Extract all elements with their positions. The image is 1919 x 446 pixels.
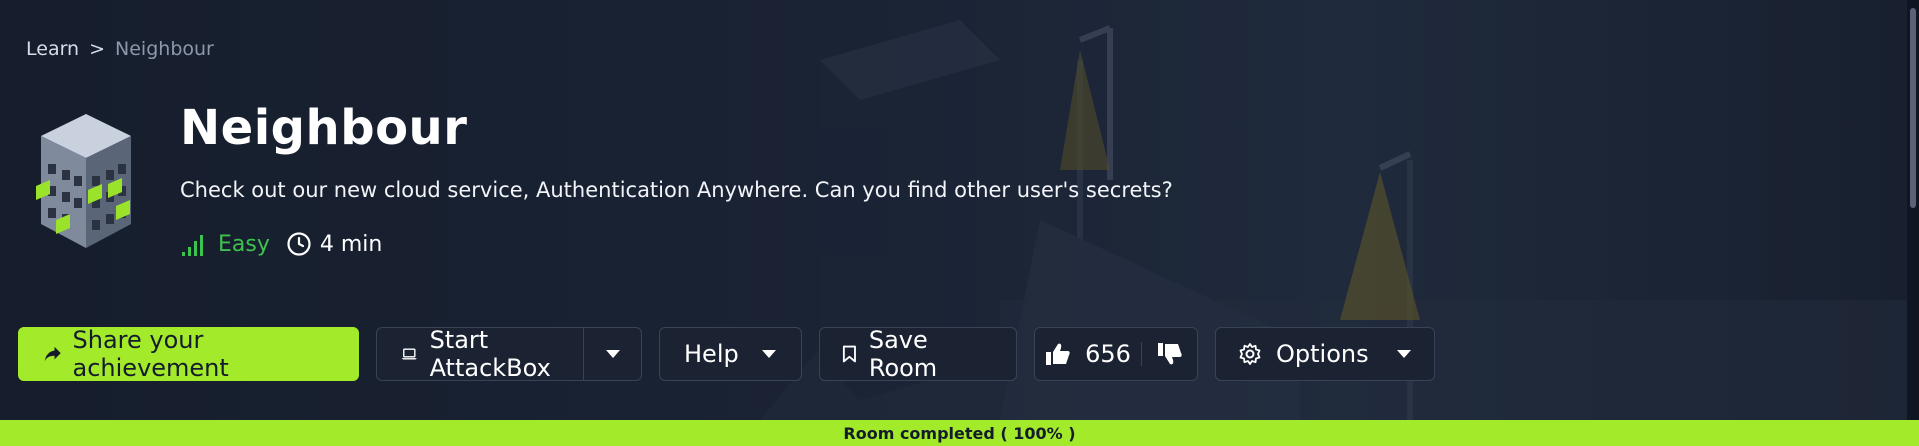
room-hero: Learn > Neighbour Neighbour Check out ou… — [0, 0, 1919, 420]
room-toolbar: Share your achievement Start AttackBox H… — [18, 326, 1435, 382]
options-label: Options — [1276, 340, 1369, 368]
caret-down-icon — [762, 350, 776, 358]
upvote-count: 656 — [1085, 340, 1131, 368]
gear-icon — [1239, 343, 1261, 365]
help-button[interactable]: Help — [659, 327, 802, 381]
save-room-label: Save Room — [868, 326, 938, 382]
share-icon — [44, 346, 61, 362]
vote-group: 656 — [1034, 327, 1198, 381]
downvote-button[interactable] — [1141, 342, 1197, 366]
share-achievement-button[interactable]: Share your achievement — [18, 326, 359, 382]
bookmark-icon — [842, 345, 856, 363]
upvote-button[interactable]: 656 — [1035, 340, 1141, 368]
room-title: Neighbour — [180, 100, 468, 156]
progress-label: Room completed ( 100% ) — [843, 423, 1076, 443]
options-button[interactable]: Options — [1215, 327, 1435, 381]
building-icon — [36, 114, 131, 248]
room-description: Check out our new cloud service, Authent… — [180, 178, 1173, 202]
caret-down-icon — [1397, 350, 1411, 358]
clock-icon — [287, 232, 311, 256]
room-progress-bar: Room completed ( 100% ) — [0, 420, 1919, 446]
difficulty-signal-icon — [182, 235, 203, 256]
breadcrumb-separator: > — [89, 38, 106, 60]
laptop-icon — [401, 348, 417, 360]
difficulty-label: Easy — [218, 231, 270, 257]
help-label: Help — [684, 340, 739, 368]
save-room-button[interactable]: Save Room — [819, 326, 1017, 382]
attackbox-split-button: Start AttackBox — [376, 326, 642, 382]
thumbs-down-icon — [1157, 343, 1182, 365]
caret-down-icon — [605, 350, 620, 358]
share-achievement-label: Share your achievement — [72, 326, 229, 382]
breadcrumb-learn-link[interactable]: Learn — [26, 38, 79, 60]
room-meta: Easy 4 min — [180, 230, 382, 258]
attackbox-dropdown-toggle[interactable] — [583, 328, 641, 380]
scrollbar-thumb[interactable] — [1910, 8, 1916, 208]
scrollbar[interactable] — [1907, 0, 1919, 420]
breadcrumb-current: Neighbour — [115, 38, 214, 60]
start-attackbox-label: Start AttackBox — [429, 326, 551, 382]
start-attackbox-button[interactable]: Start AttackBox — [377, 326, 583, 382]
breadcrumb: Learn > Neighbour — [26, 38, 214, 60]
thumbs-up-icon — [1046, 343, 1070, 365]
duration-label: 4 min — [319, 231, 383, 257]
